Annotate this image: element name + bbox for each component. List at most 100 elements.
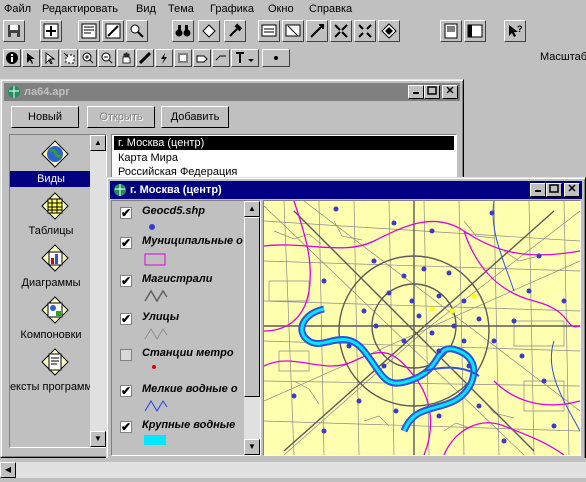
globe-icon[interactable]: [40, 139, 70, 169]
map-display[interactable]: [263, 200, 581, 456]
ruler-icon: [139, 52, 151, 64]
zoom-selected-icon: [310, 24, 324, 38]
doc-type-scroll-up[interactable]: ▲: [90, 135, 106, 151]
view-maximize-button[interactable]: [546, 183, 562, 197]
menu-window[interactable]: Окно: [268, 2, 294, 16]
new-button[interactable]: Новый: [11, 106, 79, 128]
layout-icon[interactable]: [40, 295, 70, 325]
identify-tool[interactable]: [3, 49, 21, 67]
zoom-out-button[interactable]: [354, 20, 376, 42]
menu-theme[interactable]: Тема: [168, 2, 194, 16]
select-all-button[interactable]: [258, 20, 280, 42]
project-minimize-button[interactable]: [408, 85, 424, 99]
select-feature-tool[interactable]: [60, 49, 78, 67]
select-all-icon: [261, 24, 277, 37]
layout-button[interactable]: [440, 20, 462, 42]
document-item[interactable]: Карта Мира: [118, 151, 178, 165]
zoom-in-button[interactable]: [330, 20, 352, 42]
hotlink-tool[interactable]: [155, 49, 173, 67]
theme-visibility-checkbox[interactable]: ✔: [120, 421, 132, 433]
edit-legend-icon: [105, 23, 121, 39]
doc-type-charts[interactable]: Диаграммы: [6, 277, 96, 289]
theme-visibility-checkbox[interactable]: ✔: [120, 385, 132, 397]
project-title: ла64.apr: [24, 86, 70, 98]
save-button[interactable]: [3, 20, 25, 42]
pan-tool[interactable]: [117, 49, 135, 67]
table-icon[interactable]: [40, 191, 70, 221]
view-app-icon: [114, 184, 126, 196]
add-theme-button[interactable]: [40, 20, 62, 42]
view-titlebar[interactable]: г. Москва (центр): [110, 181, 582, 199]
menu-view[interactable]: Вид: [136, 2, 156, 16]
theme-visibility-checkbox[interactable]: ✔: [120, 207, 132, 219]
moscow-map: [264, 201, 580, 455]
theme-visibility-checkbox[interactable]: ✔: [120, 313, 132, 325]
locate-icon: [202, 24, 216, 38]
zoom-out-tool[interactable]: [98, 49, 116, 67]
menu-graphics[interactable]: Графика: [210, 2, 254, 16]
view-close-button[interactable]: [564, 183, 580, 197]
point-legend-icon: [149, 224, 155, 230]
floppy-icon: [8, 25, 20, 37]
doc-type-scroll-down[interactable]: ▼: [90, 431, 106, 447]
theme-visibility-checkbox[interactable]: ✔: [120, 237, 132, 249]
doc-type-panel: Виды Таблицы Диаграммы Компоновки ексты …: [9, 134, 107, 448]
query-builder-button[interactable]: [224, 20, 246, 42]
menu-file[interactable]: Файл: [4, 2, 31, 16]
add-button[interactable]: Добавить: [161, 106, 229, 128]
project-titlebar[interactable]: ла64.apr: [4, 83, 460, 101]
chart-icon[interactable]: [40, 243, 70, 273]
theme-visibility-checkbox[interactable]: [120, 349, 132, 361]
select-none-button[interactable]: [282, 20, 304, 42]
project-maximize-button[interactable]: [424, 85, 440, 99]
toc-scroll-thumb[interactable]: [244, 217, 260, 397]
zoom-to-selected-button[interactable]: [306, 20, 328, 42]
toc-scroll-up[interactable]: ▲: [244, 201, 260, 217]
doc-type-layouts[interactable]: Компоновки: [6, 329, 96, 341]
project-close-button[interactable]: [442, 85, 458, 99]
hammer-icon: [229, 23, 243, 37]
theme-large-water[interactable]: ✔ Крупные водные: [116, 419, 244, 455]
arrow-pointer-icon: [27, 53, 35, 64]
menu-edit[interactable]: Редактировать: [42, 2, 118, 16]
zoom-extent-button[interactable]: [126, 20, 148, 42]
area-of-interest-tool[interactable]: [174, 49, 192, 67]
document-item-selected[interactable]: г. Москва (центр): [114, 136, 454, 150]
view-minimize-button[interactable]: [530, 183, 546, 197]
edit-legend-button[interactable]: [102, 20, 124, 42]
text-tool[interactable]: [231, 49, 259, 67]
doc-type-scripts[interactable]: ексты программ: [6, 381, 96, 393]
doc-type-views[interactable]: Виды: [6, 173, 96, 185]
context-help-button[interactable]: ?: [504, 20, 526, 42]
script-icon[interactable]: [40, 347, 70, 377]
minimize-icon: [413, 92, 419, 94]
window-icon: [467, 24, 483, 38]
doc-type-scrollbar[interactable]: [90, 135, 106, 447]
theme-visibility-checkbox[interactable]: ✔: [120, 275, 132, 287]
toc-scroll-down[interactable]: ▼: [244, 439, 260, 455]
callout-tool[interactable]: [212, 49, 230, 67]
h-scrollbar[interactable]: [16, 462, 586, 478]
theme-properties-button[interactable]: [78, 20, 100, 42]
open-button[interactable]: Открыть: [87, 106, 155, 128]
label-tool[interactable]: [193, 49, 211, 67]
zoom-previous-button[interactable]: [378, 20, 400, 42]
button-bar: ?: [0, 18, 586, 46]
table-view-button[interactable]: [464, 20, 486, 42]
area-icon: [178, 53, 188, 63]
measure-tool[interactable]: [136, 49, 154, 67]
point-tool-icon: [274, 56, 278, 60]
draw-point-tool[interactable]: [262, 49, 290, 67]
menu-help[interactable]: Справка: [309, 2, 352, 16]
zoom-in-tool[interactable]: [79, 49, 97, 67]
locate-address-button[interactable]: [198, 20, 220, 42]
h-scroll-left[interactable]: ◀: [0, 462, 16, 478]
theme-properties-icon: [81, 23, 97, 39]
pointer-tool[interactable]: [22, 49, 40, 67]
zoom-in-icon: [82, 52, 94, 64]
doc-type-tables[interactable]: Таблицы: [6, 225, 96, 237]
zoom-out-arrows-icon: [358, 24, 372, 38]
vertex-edit-tool[interactable]: [41, 49, 59, 67]
view-title: г. Москва (центр): [130, 184, 222, 196]
find-button[interactable]: [172, 20, 194, 42]
